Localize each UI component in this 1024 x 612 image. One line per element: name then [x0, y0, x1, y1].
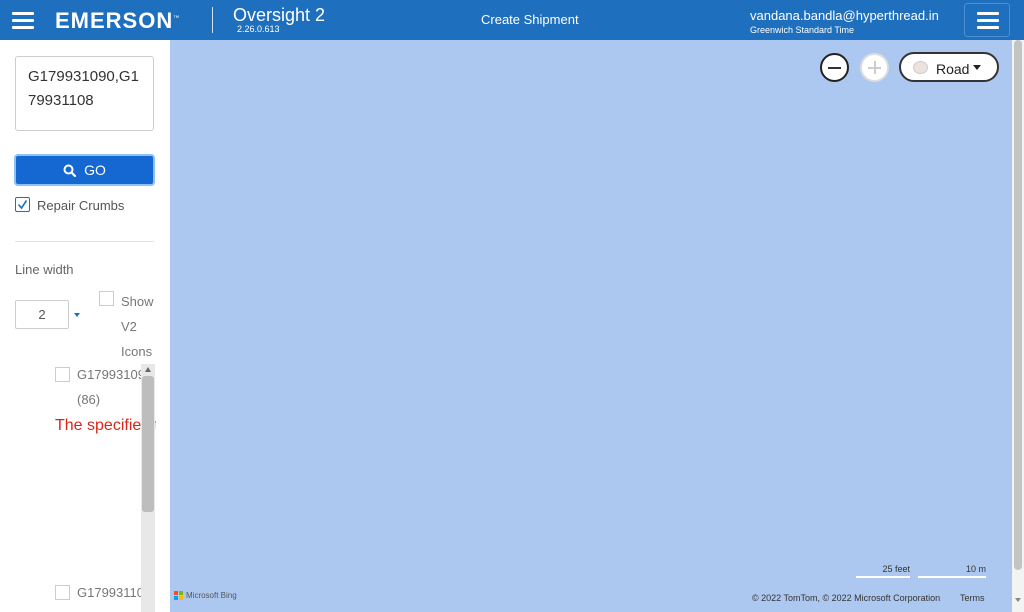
header-divider [212, 7, 213, 33]
emerson-logo: EMERSON™ [55, 8, 181, 33]
microsoft-logo-icon [174, 590, 183, 600]
page-scroll-thumb[interactable] [1014, 40, 1022, 570]
map-canvas[interactable]: Road Microsoft Bing 25 feet 10 m © 2022 … [170, 40, 1012, 612]
line-width-input[interactable]: 2 [15, 300, 69, 329]
menu-icon [977, 12, 999, 30]
app-version: 2.26.0.613 [237, 24, 280, 34]
chevron-down-icon [973, 65, 981, 70]
tracker-checkbox[interactable] [55, 367, 70, 382]
create-shipment-link[interactable]: Create Shipment [481, 12, 579, 27]
map-style-selector[interactable]: Road [899, 52, 999, 82]
sidebar-divider [15, 241, 154, 242]
bing-logo[interactable]: Microsoft Bing [174, 590, 237, 600]
tracker-checkbox[interactable] [55, 585, 70, 600]
checkmark-icon [17, 200, 28, 210]
scroll-down-arrow-icon[interactable] [1015, 598, 1021, 602]
scroll-thumb[interactable] [142, 376, 154, 512]
hamburger-menu-icon[interactable] [12, 12, 34, 30]
scale-bar-feet: 25 feet [856, 564, 910, 578]
show-v2-icons-checkbox[interactable] [99, 291, 114, 306]
scale-bar-meters: 10 m [918, 564, 986, 578]
tracker-list-scrollbar[interactable] [141, 364, 155, 612]
app-header: EMERSON™ Oversight 2 2.26.0.613 Create S… [0, 0, 1024, 40]
search-icon [63, 164, 77, 177]
repair-crumbs-label: Repair Crumbs [37, 198, 125, 213]
line-width-label: Line width [15, 262, 74, 277]
tracker-list: G179931090 (86) The specified tracker ha… [0, 364, 156, 612]
user-email[interactable]: vandana.bandla@hyperthread.in [750, 8, 939, 23]
tracker-error-message: The specified tracker has not yet report… [55, 417, 156, 434]
app-title: Oversight 2 [233, 5, 326, 25]
tracker-count: (86) [77, 392, 101, 407]
zoom-in-button[interactable] [860, 53, 889, 82]
sidebar: G179931090,G179931108 GO Repair Crumbs L… [0, 40, 170, 612]
zoom-out-button[interactable] [820, 53, 849, 82]
user-timezone: Greenwich Standard Time [750, 25, 855, 35]
terms-link[interactable]: Terms [960, 593, 985, 603]
chevron-down-icon[interactable] [74, 313, 80, 317]
bing-label: Microsoft Bing [186, 590, 237, 600]
tracker-search-input[interactable]: G179931090,G179931108 [15, 56, 154, 131]
go-button[interactable]: GO [14, 154, 155, 186]
map-copyright: © 2022 TomTom, © 2022 Microsoft Corporat… [752, 593, 941, 603]
map-style-label: Road [936, 61, 970, 77]
road-icon [913, 61, 928, 74]
show-v2-icons-label: Show V2 Icons [121, 294, 154, 359]
page-scrollbar[interactable] [1012, 40, 1024, 612]
scroll-up-arrow-icon[interactable] [145, 367, 151, 372]
go-label: GO [84, 162, 106, 178]
repair-crumbs-checkbox[interactable] [15, 197, 30, 212]
main-menu-button[interactable] [964, 3, 1010, 37]
